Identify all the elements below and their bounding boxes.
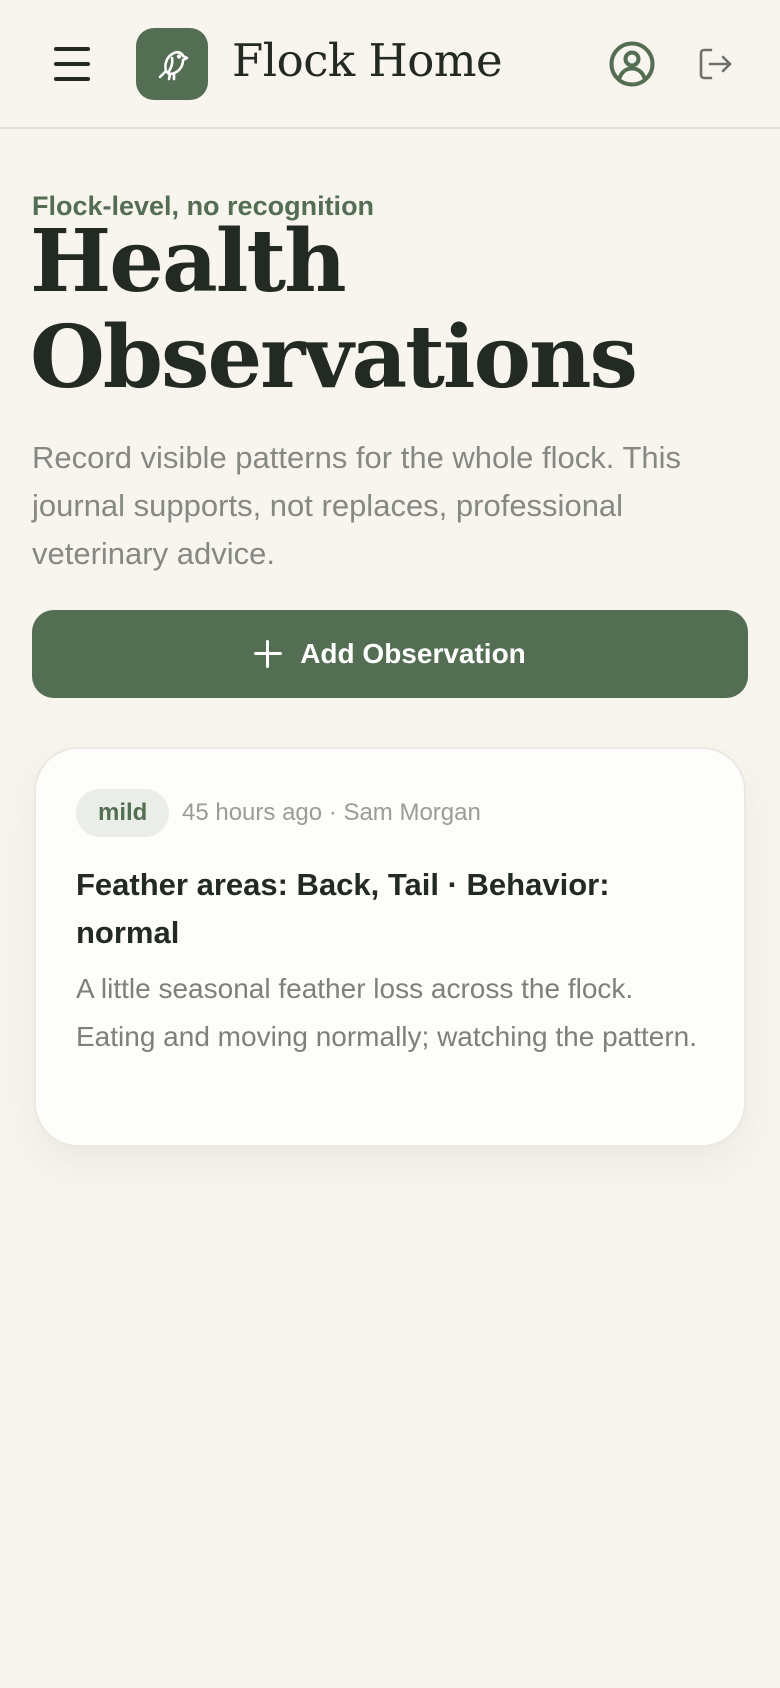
hamburger-menu-icon <box>54 47 90 51</box>
observation-note: A little seasonal feather loss across th… <box>76 973 698 1052</box>
observation-title: Feather areas: Back, Tail · Behavior: no… <box>76 867 610 950</box>
page-title: Health Observations <box>30 211 638 408</box>
observation-card[interactable]: mild 45 hours ago · Sam Morgan Feather a… <box>34 747 746 1147</box>
add-observation-label: Add Observation <box>300 638 526 669</box>
app-title: Flock Home <box>232 34 503 87</box>
page-intro: Record visible patterns for the whole fl… <box>32 440 682 571</box>
profile-button[interactable] <box>608 40 656 88</box>
hamburger-menu-icon-bar <box>54 77 90 81</box>
add-observation-button[interactable]: Add Observation <box>32 610 748 698</box>
bird-icon <box>158 50 189 81</box>
app-header: Flock Home <box>0 0 780 129</box>
plus-icon <box>254 640 283 668</box>
hamburger-menu-icon-bar <box>54 62 90 66</box>
logout-button[interactable] <box>696 44 736 84</box>
user-circle-icon <box>609 41 655 87</box>
logout-icon <box>699 48 732 80</box>
observation-meta: 45 hours ago · Sam Morgan <box>182 799 481 826</box>
menu-button[interactable] <box>52 44 92 84</box>
severity-badge: mild <box>76 789 170 837</box>
app-logo[interactable] <box>136 28 208 100</box>
